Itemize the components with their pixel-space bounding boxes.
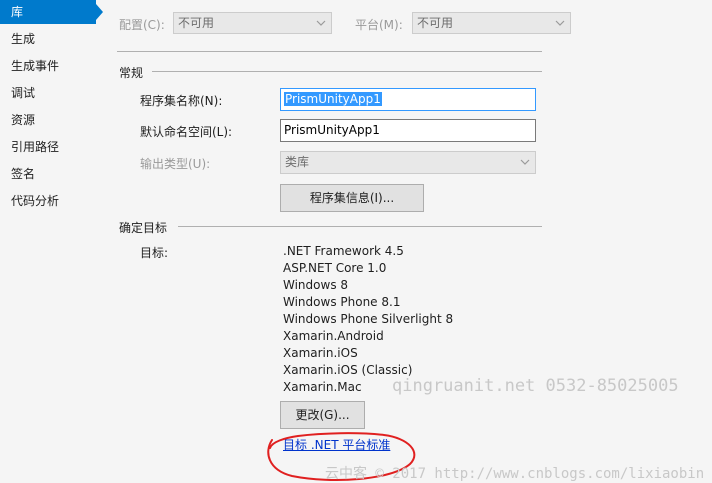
sidebar-item-build[interactable]: 生成 <box>0 27 96 51</box>
framework-item: Windows Phone 8.1 <box>283 295 401 309</box>
config-label: 配置(C): <box>119 18 165 32</box>
targeting-section-divider <box>178 226 542 227</box>
general-section-title: 常规 <box>119 66 144 80</box>
output-type-value: 类库 <box>285 155 310 169</box>
assembly-name-value: PrismUnityApp1 <box>284 92 382 106</box>
framework-list: .NET Framework 4.5 ASP.NET Core 1.0 Wind… <box>283 243 453 396</box>
sidebar-item-resources[interactable]: 资源 <box>0 108 96 132</box>
sidebar-item-label: 签名 <box>11 167 36 181</box>
sidebar-item-debug[interactable]: 调试 <box>0 81 96 105</box>
chevron-down-icon <box>316 20 326 26</box>
sidebar-item-label: 生成事件 <box>11 59 60 73</box>
config-select[interactable]: 不可用 <box>173 12 332 34</box>
platform-select[interactable]: 不可用 <box>412 12 571 34</box>
top-divider <box>117 51 542 52</box>
targeting-section-title: 确定目标 <box>119 221 168 235</box>
sidebar-item-label: 库 <box>11 5 24 19</box>
framework-item: Xamarin.Android <box>283 329 384 343</box>
default-namespace-input[interactable]: PrismUnityApp1 <box>280 119 536 142</box>
sidebar-item-label: 引用路径 <box>11 140 60 154</box>
platform-label: 平台(M): <box>355 18 403 32</box>
sidebar-item-build-events[interactable]: 生成事件 <box>0 54 96 78</box>
watermark-line2: 云中客 © 2017 http://www.cnblogs.com/lixiao… <box>325 466 705 482</box>
output-type-select[interactable]: 类库 <box>280 151 536 174</box>
sidebar-item-reference-paths[interactable]: 引用路径 <box>0 135 96 159</box>
framework-item: .NET Framework 4.5 <box>283 244 404 258</box>
change-target-button[interactable]: 更改(G)... <box>280 401 365 429</box>
framework-item: Xamarin.iOS <box>283 346 358 360</box>
assembly-name-input[interactable]: PrismUnityApp1 <box>280 88 536 111</box>
watermark-line1: qingruanit.net 0532-85025005 <box>392 376 679 396</box>
output-type-label: 输出类型(U): <box>140 157 211 171</box>
general-section-divider <box>152 71 542 72</box>
sidebar-item-signing[interactable]: 签名 <box>0 162 96 186</box>
sidebar-item-label: 资源 <box>11 113 36 127</box>
sidebar-item-label: 调试 <box>11 86 36 100</box>
sidebar-item-label: 代码分析 <box>11 194 60 208</box>
sidebar: 库 生成 生成事件 调试 资源 引用路径 签名 代码分析 <box>0 0 103 483</box>
sidebar-item-library[interactable]: 库 <box>0 0 103 24</box>
assembly-name-label: 程序集名称(N): <box>140 94 223 108</box>
assembly-info-button[interactable]: 程序集信息(I)... <box>280 184 424 212</box>
default-namespace-label: 默认命名空间(L): <box>140 125 233 139</box>
chevron-down-icon <box>555 20 565 26</box>
sidebar-item-label: 生成 <box>11 32 36 46</box>
framework-item: Windows 8 <box>283 278 349 292</box>
chevron-down-icon <box>520 159 530 165</box>
platform-select-value: 不可用 <box>417 16 454 30</box>
sidebar-item-code-analysis[interactable]: 代码分析 <box>0 189 96 213</box>
config-select-value: 不可用 <box>178 16 215 30</box>
default-namespace-value: PrismUnityApp1 <box>284 123 380 137</box>
framework-item: ASP.NET Core 1.0 <box>283 261 387 275</box>
target-label: 目标: <box>140 246 169 260</box>
framework-item: Windows Phone Silverlight 8 <box>283 312 454 326</box>
